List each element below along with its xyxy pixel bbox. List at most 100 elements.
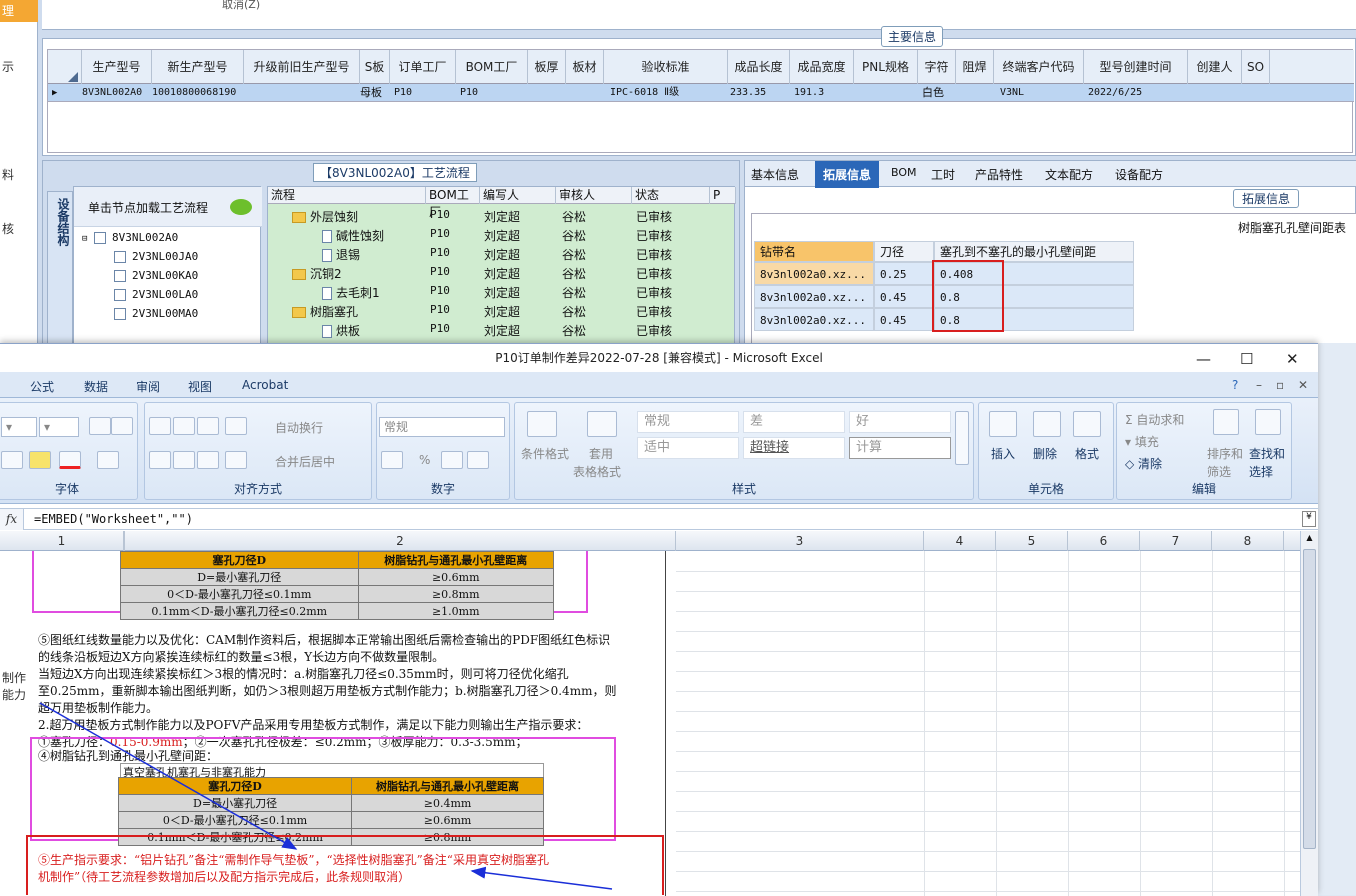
align-left-icon[interactable] [149,451,171,469]
fill-button[interactable]: ▾ 填充 [1125,433,1159,450]
col-header[interactable]: 状态 [632,187,710,204]
col-header[interactable]: 审核人 [556,187,632,204]
cell[interactable]: 233.35 [730,84,766,102]
orientation-icon[interactable] [225,417,247,435]
scroll-up-icon[interactable]: ▲ [1303,533,1316,543]
close-icon[interactable]: ✕ [1286,350,1299,368]
cell[interactable]: 8v3nl002a0.xz... [754,262,874,285]
delete-button[interactable]: 删除 [1033,445,1057,462]
insert-icon[interactable] [989,411,1017,437]
tab-extended[interactable]: 拓展信息 [815,161,880,188]
col-header[interactable]: 钻带名 [754,241,874,262]
formula-bar[interactable]: fx =EMBED("Worksheet","") ¥ [0,508,1318,530]
sort-filter-button-1[interactable]: 排序和 [1207,445,1243,462]
cell[interactable]: IPC-6018 Ⅱ级 [610,84,679,102]
cell[interactable]: 0.25 [874,262,934,285]
tab-device-recipe[interactable]: 设备配方 [1115,166,1163,183]
tab-characteristics[interactable]: 产品特性 [975,166,1023,183]
col-header[interactable]: S板 [360,50,390,84]
tree-node[interactable]: 2V3NL00LA0 [114,288,198,301]
cell[interactable]: 10010800068190 [152,84,236,102]
col-header[interactable]: 流程 [268,187,426,204]
nav-item[interactable]: 能力 [2,686,26,703]
help-icon[interactable]: ? [1232,378,1238,392]
style-good[interactable]: 好 [849,411,951,433]
tab-acrobat[interactable]: Acrobat [242,378,288,392]
align-right-icon[interactable] [197,451,219,469]
tab-formulas[interactable]: 公式 [30,378,54,395]
col-header[interactable]: BOM工厂 [456,50,528,84]
process-row[interactable]: 退锡 P10 刘定超 谷松 已审核 [268,244,720,263]
sort-filter-button-2[interactable]: 筛选 [1207,463,1231,480]
col-header[interactable]: 终端客户代码 [994,50,1084,84]
col-header[interactable]: 新生产型号 [152,50,244,84]
cell[interactable]: 0.45 [874,308,934,331]
minimize-icon[interactable]: — [1196,350,1211,368]
tree-node[interactable]: 2V3NL00JA0 [114,250,198,263]
col-header[interactable]: 塞孔到不塞孔的最小孔壁间距 [934,241,1134,262]
tab-review[interactable]: 审阅 [136,378,160,395]
col-header[interactable]: 成品长度 [728,50,790,84]
process-row[interactable]: 碱性蚀刻 P10 刘定超 谷松 已审核 [268,225,720,244]
align-middle-icon[interactable] [173,417,195,435]
tab-hours[interactable]: 工时 [931,166,955,183]
align-top-icon[interactable] [149,417,171,435]
tab-text-recipe[interactable]: 文本配方 [1045,166,1093,183]
style-hyperlink[interactable]: 超链接 [743,437,845,459]
cell[interactable]: 8v3nl002a0.xz... [754,285,874,308]
col-header[interactable]: 3 [676,531,924,551]
cell[interactable]: V3NL [1000,84,1024,102]
indent-icon[interactable] [225,451,247,469]
cell[interactable]: 8V3NL002A0 [82,84,142,102]
font-color-icon[interactable] [59,451,81,469]
cell[interactable]: 白色 [922,84,944,102]
cell[interactable]: 8v3nl002a0.xz... [754,308,874,331]
tab-bom[interactable]: BOM [891,166,917,179]
comma-icon[interactable] [441,451,463,469]
cell[interactable]: P10 [394,84,412,102]
col-header[interactable]: 验收标准 [604,50,728,84]
nav-item[interactable]: 示 [2,58,14,75]
grow-font-icon[interactable] [89,417,111,435]
col-header[interactable]: 板材 [566,50,604,84]
col-header[interactable]: 升级前旧生产型号 [244,50,360,84]
col-header[interactable]: BOM工厂 [426,187,480,219]
col-header[interactable]: 刀径 [874,241,934,262]
process-row[interactable]: 沉铜2 P10 刘定超 谷松 已审核 [268,263,720,282]
increase-decimal-icon[interactable] [467,451,489,469]
cell[interactable]: 母板 [360,84,382,102]
align-bottom-icon[interactable] [197,417,219,435]
ribbon-close-icon[interactable]: ✕ [1298,378,1308,392]
col-header[interactable]: 8 [1212,531,1284,551]
phonetic-icon[interactable] [97,451,119,469]
find-select-button-2[interactable]: 选择 [1249,463,1273,480]
tab-device-structure[interactable]: 设备结构 [47,191,73,346]
find-select-button-1[interactable]: 查找和 [1249,445,1285,462]
autosum-button[interactable]: Σ 自动求和 [1125,411,1184,428]
col-header[interactable]: 6 [1068,531,1140,551]
process-row[interactable]: 烘板 P10 刘定超 谷松 已审核 [268,320,720,339]
cell[interactable]: 2022/6/25 [1088,84,1142,102]
col-header[interactable]: 编写人 [480,187,556,204]
font-name-combo[interactable]: ▾ [1,417,37,437]
cancel-button[interactable]: 取消(Z) [222,0,260,12]
align-center-icon[interactable] [173,451,195,469]
col-header[interactable]: 阻焊 [956,50,994,84]
insert-button[interactable]: 插入 [991,445,1015,462]
col-header[interactable]: 创建人 [1188,50,1242,84]
col-header[interactable]: 订单工厂 [390,50,456,84]
col-header[interactable]: 5 [996,531,1068,551]
tree-node[interactable]: 2V3NL00KA0 [114,269,198,282]
col-header[interactable]: 7 [1140,531,1212,551]
worksheet-grid[interactable]: 塞孔刀径D 树脂钻孔与通孔最小孔壁距离 D=最小塞孔刀径 ≥0.6mm 0＜D-最小… [0,551,1300,896]
table-format-button-2[interactable]: 表格格式 [573,463,621,480]
formula-text[interactable]: =EMBED("Worksheet","") [34,512,193,526]
cell[interactable]: P10 [460,84,478,102]
col-header[interactable]: 型号创建时间 [1084,50,1188,84]
shrink-font-icon[interactable] [111,417,133,435]
style-normal[interactable]: 常规 [637,411,739,433]
col-header[interactable]: SO [1242,50,1270,84]
format-icon[interactable] [1073,411,1101,437]
style-neutral[interactable]: 适中 [637,437,739,459]
format-button[interactable]: 格式 [1075,445,1099,462]
